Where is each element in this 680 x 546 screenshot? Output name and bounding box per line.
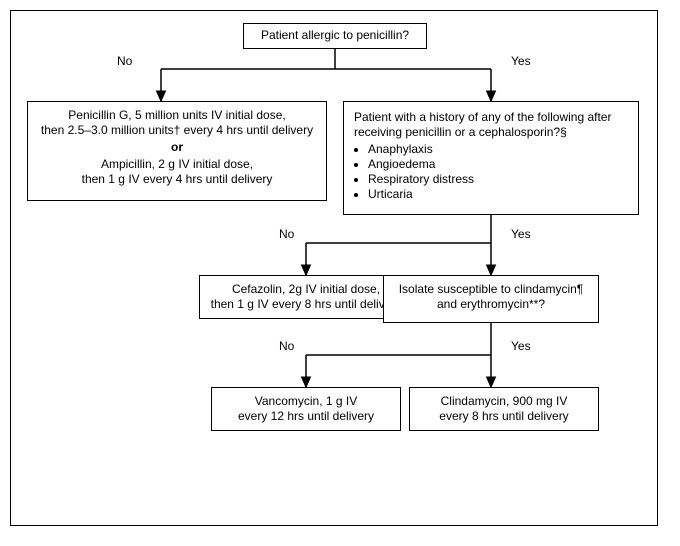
branch-label-no: No [279,227,294,241]
branch-label-no: No [117,54,132,68]
decision-allergic-to-penicillin: Patient allergic to penicillin? [243,23,427,49]
list-item: Anaphylaxis [368,142,628,157]
flowchart-frame: Patient allergic to penicillin? No Yes P… [10,10,658,526]
line: Penicillin G, 5 million units IV initial… [36,108,318,123]
intro: Patient with a history of any of the fol… [354,110,628,140]
box-isolate-susceptible: Isolate susceptible to clindamycin¶ and … [383,275,599,323]
box-vancomycin: Vancomycin, 1 g IV every 12 hrs until de… [211,387,401,431]
line: every 8 hrs until delivery [418,409,590,424]
reaction-list: Anaphylaxis Angioedema Respiratory distr… [354,142,628,202]
line: Vancomycin, 1 g IV [220,394,392,409]
branch-label-yes: Yes [511,54,531,68]
box-clindamycin: Clindamycin, 900 mg IV every 8 hrs until… [409,387,599,431]
box-penicillin-ampicillin: Penicillin G, 5 million units IV initial… [27,101,327,201]
line: then 1 g IV every 8 hrs until delivery [208,297,404,312]
branch-label-no: No [279,339,294,353]
list-item: Respiratory distress [368,172,628,187]
line: Clindamycin, 900 mg IV [418,394,590,409]
line: then 2.5–3.0 million units† every 4 hrs … [36,123,318,138]
line: Cefazolin, 2g IV initial dose, [208,282,404,297]
line: every 12 hrs until delivery [220,409,392,424]
line: then 1 g IV every 4 hrs until delivery [36,172,318,187]
list-item: Urticaria [368,187,628,202]
text: Patient allergic to penicillin? [261,28,409,42]
branch-label-yes: Yes [511,339,531,353]
line: Ampicillin, 2 g IV initial dose, [36,157,318,172]
line: and erythromycin**? [392,297,590,312]
list-item: Angioedema [368,157,628,172]
line-or: or [36,140,318,155]
box-cefazolin: Cefazolin, 2g IV initial dose, then 1 g … [199,275,413,319]
line: Isolate susceptible to clindamycin¶ [392,282,590,297]
connectors [11,11,659,527]
branch-label-yes: Yes [511,227,531,241]
box-history-reactions: Patient with a history of any of the fol… [343,101,639,215]
